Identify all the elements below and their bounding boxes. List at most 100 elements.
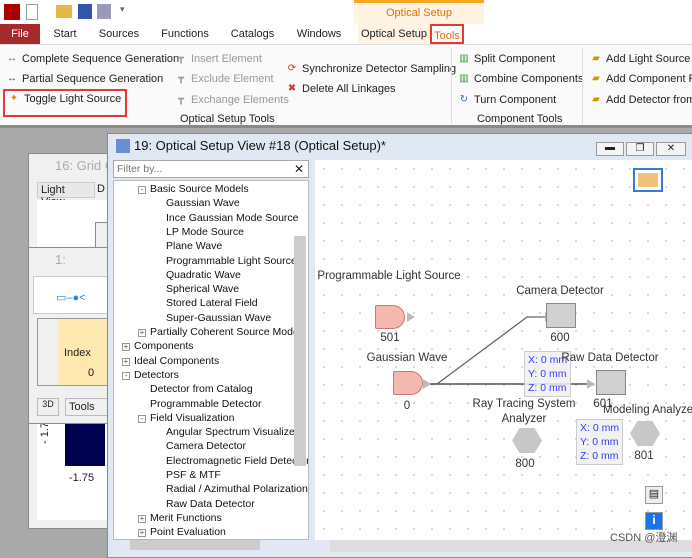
raw-data-detector-node[interactable] <box>596 370 626 395</box>
3d-view-icon[interactable]: 3D <box>37 398 59 416</box>
close-button[interactable]: ✕ <box>656 142 686 156</box>
node-id: 501 <box>380 332 400 344</box>
tab-start[interactable]: Start <box>46 24 84 44</box>
exchange-elements-button[interactable]: ┳ Exchange Elements <box>174 94 289 106</box>
tab-catalogs[interactable]: Catalogs <box>225 24 280 44</box>
open-folder-icon[interactable] <box>56 5 72 18</box>
label: Complete Sequence Generation <box>22 53 180 65</box>
tree-item[interactable]: Plane Wave <box>166 240 222 252</box>
tree-item[interactable]: Stored Lateral Field <box>166 297 258 309</box>
tree-item[interactable]: + Point Evaluation <box>138 526 226 538</box>
tree-item[interactable]: Detector from Catalog <box>150 383 253 395</box>
tab-sources[interactable]: Sources <box>94 24 144 44</box>
add-detector-button[interactable]: ▰ Add Detector from <box>589 94 692 106</box>
tree-item[interactable]: - Field Visualization <box>138 412 234 424</box>
partial-sequence-generation-button[interactable]: ↔ Partial Sequence Generation <box>5 73 163 85</box>
customize-qat-icon[interactable]: ▾ <box>120 4 125 15</box>
tree-item[interactable]: LP Mode Source <box>166 226 244 238</box>
toggle-light-icon: ✦ <box>9 93 19 104</box>
exclude-element-button[interactable]: ┳ Exclude Element <box>174 73 274 85</box>
pls-output-port[interactable] <box>407 312 415 322</box>
tree-item[interactable]: Quadratic Wave <box>166 269 241 281</box>
tree-item[interactable]: Electromagnetic Field Detector <box>166 454 309 467</box>
group-label-optical-setup-tools: Optical Setup Tools <box>180 113 275 125</box>
optical-setup-window-1[interactable]: 1: Optica ▭–●< Index 0 3D Tools <box>28 247 110 424</box>
ribbon-tabs: File Start Sources Functions Catalogs Wi… <box>0 24 692 44</box>
combine-components-button[interactable]: ▥ Combine Components <box>457 73 583 85</box>
tree-item[interactable]: Programmable Light Source <box>166 255 297 267</box>
info-icon[interactable]: i <box>645 512 663 530</box>
exchange-icon: ┳ <box>177 94 185 105</box>
insert-icon: ┳ <box>177 53 185 64</box>
expand-icon[interactable]: + <box>138 329 146 337</box>
maximize-button[interactable]: ❐ <box>626 142 654 156</box>
window-icon[interactable] <box>97 4 111 19</box>
save-icon[interactable] <box>78 4 92 19</box>
tree-item[interactable]: Camera Detector <box>166 440 246 452</box>
tree-item[interactable]: Radial / Azimuthal Polarization <box>166 483 308 495</box>
raw-input-port[interactable] <box>587 379 595 389</box>
tree-item[interactable]: + Ideal Components <box>122 355 219 367</box>
label: Delete All Linkages <box>302 83 396 95</box>
expand-icon[interactable]: + <box>138 514 146 523</box>
insert-element-button[interactable]: ┳ Insert Element <box>174 53 262 65</box>
tab-light-view[interactable]: Light View <box>37 182 95 208</box>
tree-item[interactable]: Super-Gaussian Wave <box>166 312 271 324</box>
tools-button[interactable]: Tools <box>65 398 109 416</box>
tree-item[interactable]: Programmable Detector <box>150 398 261 410</box>
tab-functions[interactable]: Functions <box>155 24 215 44</box>
tree-item[interactable]: PSF & MTF <box>166 469 221 481</box>
divider <box>582 48 583 124</box>
exclude-icon: ┳ <box>177 73 185 84</box>
tab-d[interactable]: D <box>97 183 105 195</box>
expand-icon[interactable]: + <box>122 357 130 366</box>
tree-item[interactable]: Spherical Wave <box>166 283 239 295</box>
programmable-light-source-node[interactable] <box>375 305 405 329</box>
complete-sequence-generation-button[interactable]: ↔ Complete Sequence Generation <box>5 53 179 65</box>
tree-item[interactable]: + Partially Coherent Source Models <box>138 326 306 338</box>
camera-detector-node[interactable] <box>546 303 576 328</box>
toggle-light-source-button[interactable]: ✦ Toggle Light Source <box>3 89 127 117</box>
new-file-icon[interactable] <box>26 4 38 20</box>
tree-vertical-scrollbar[interactable] <box>294 236 306 466</box>
tree-item[interactable]: Ince Gaussian Mode Source <box>166 212 299 224</box>
gaussian-wave-node[interactable] <box>393 371 423 395</box>
tab-optical-setup[interactable]: Optical Setup <box>358 24 430 44</box>
label: Exclude Element <box>191 73 274 85</box>
minimize-button[interactable]: ▬ <box>596 142 624 156</box>
delete-all-linkages-button[interactable]: ✖ Delete All Linkages <box>285 83 396 95</box>
split-component-button[interactable]: ▥ Split Component <box>457 53 555 65</box>
tree-item[interactable]: Angular Spectrum Visualizer <box>166 426 298 438</box>
turn-component-button[interactable]: ↻ Turn Component <box>457 94 556 106</box>
tab-tools[interactable]: Tools <box>430 24 464 44</box>
add-light-source-button[interactable]: ▰ Add Light Source F <box>589 53 692 65</box>
tree-item-label: Angular Spectrum Visualizer <box>166 426 299 439</box>
expand-icon[interactable]: + <box>122 343 130 352</box>
node-label: Gaussian Wave <box>366 352 448 364</box>
synchronize-detector-sampling-button[interactable]: ⟳ Synchronize Detector Sampling <box>285 63 456 75</box>
clear-filter-icon[interactable]: ✕ <box>294 162 304 176</box>
tree-item[interactable]: Raw Data Detector <box>166 498 255 510</box>
tree-item[interactable]: - Detectors <box>122 369 179 381</box>
tab-windows[interactable]: Windows <box>290 24 348 44</box>
label: Add Component Fr <box>606 73 692 85</box>
tree-item[interactable]: + Components <box>122 340 194 352</box>
collapse-icon[interactable]: - <box>138 414 146 423</box>
tree-item[interactable]: - Basic Source Models <box>138 183 249 195</box>
tree-item[interactable]: Gaussian Wave <box>166 197 240 209</box>
filter-input-box[interactable]: ✕ <box>113 160 309 178</box>
document-icon[interactable]: ▤ <box>645 486 663 504</box>
tab-file[interactable]: File <box>0 24 40 44</box>
component-tree[interactable]: - Basic Source Models Gaussian Wave Ince Ga… <box>113 180 309 540</box>
collapse-icon[interactable]: - <box>122 371 130 380</box>
filter-input[interactable] <box>114 161 284 177</box>
node-id: 801 <box>634 450 654 462</box>
gw-output-port[interactable] <box>423 379 431 389</box>
collapse-icon[interactable]: - <box>138 186 146 194</box>
tree-item[interactable]: + Merit Functions <box>138 512 222 524</box>
tree-horizontal-scrollbar[interactable] <box>130 540 260 550</box>
expand-icon[interactable]: + <box>138 529 146 538</box>
setup-canvas[interactable]: Programmable Light Source 501 Gaussian W… <box>315 160 692 540</box>
add-component-button[interactable]: ▰ Add Component Fr <box>589 73 692 85</box>
tree-item-label: Electromagnetic Field Detector <box>166 454 309 467</box>
